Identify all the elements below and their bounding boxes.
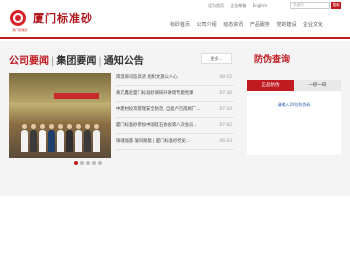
nav-item-products[interactable]: 产品服务 [250,22,270,28]
tab-separator: | [98,56,102,67]
photo-person [30,124,37,152]
search-button[interactable]: 搜索 [331,2,341,9]
anti-code-input[interactable]: 请输入20位防伪码 [247,102,341,108]
brand-name[interactable]: 厦门标准砂 [33,10,93,26]
more-button[interactable]: 更多... [201,53,232,64]
news-tabs: 公司要闻 | 集团要闻 | 通知公告 [9,52,144,67]
top-links: 设为首页 企业邮箱 English [208,3,272,9]
carousel-dot[interactable] [98,161,102,165]
nav-item-about[interactable]: 公司介绍 [197,22,217,28]
news-date: 07-30 [219,91,233,96]
news-date: 07-02 [219,123,233,128]
photo-person [39,124,46,152]
list-item[interactable]: 厦门标准砂参加中国硅石协会第八次会员... 07-02 [116,118,234,134]
photo-person [57,124,64,152]
list-item[interactable]: 铸魂强基 凝风赋能 | 厦门标准砂党史... 06-23 [116,134,234,150]
news-date: 08-15 [219,75,233,80]
list-item[interactable]: 南温郎司监高浓 组织文旅公人心 08-15 [116,70,234,86]
company-email-link[interactable]: 企业邮箱 [230,3,246,8]
photo-person [75,124,82,152]
list-item[interactable]: 中建材投资管理安全防范, 自盈卢吉南顾厂... 07-10 [116,102,234,118]
news-title[interactable]: 铸魂强基 凝风赋能 | 厦门标准砂党史... [116,134,216,150]
tab-group-news[interactable]: 集团要闻 [56,52,96,67]
tab-notices[interactable]: 通知公告 [104,52,144,67]
carousel-dot[interactable] [74,161,78,165]
main-nav: 标砂首页 公司介绍 动态资讯 产品服务 党的建设 企业文化 [170,21,328,28]
news-title[interactable]: 黄元鑫赴厦门标准砂调研开讲理专题党课 [116,86,216,102]
news-date: 06-23 [219,139,233,144]
search-input[interactable]: 关键词 [290,2,330,9]
header-divider [0,37,350,39]
tab-company-news[interactable]: 公司要闻 [9,52,49,67]
logo-subtext: 厦门标准砂 [12,28,28,32]
photo-person [84,124,91,152]
tab-separator: | [51,56,55,67]
tab-genuine-check[interactable]: 正品防伪 [247,80,294,91]
carousel-dot[interactable] [86,161,90,165]
photo-person [21,124,28,152]
anti-counterfeit-title: 防伪查询 [254,55,291,65]
company-logo-icon[interactable] [10,10,26,26]
news-title[interactable]: 南温郎司监高浓 组织文旅公人心 [116,70,216,86]
nav-item-culture[interactable]: 企业文化 [303,22,323,28]
carousel-dot[interactable] [80,161,84,165]
news-carousel-image[interactable] [9,73,111,158]
photo-banner [54,93,99,99]
photo-person [48,124,55,152]
news-title[interactable]: 厦门标准砂参加中国硅石协会第八次会员... [116,118,216,134]
tab-one-sand-one-code[interactable]: 一砂一码 [294,80,341,91]
anti-counterfeit-box: 正品防伪 一砂一码 请输入20位防伪码 [247,80,341,155]
news-list: 南温郎司监高浓 组织文旅公人心 08-15 黄元鑫赴厦门标准砂调研开讲理专题党课… [116,70,234,150]
news-date: 07-10 [219,107,233,112]
nav-item-home[interactable]: 标砂首页 [170,22,190,28]
english-link[interactable]: English [253,3,267,8]
header: 厦门标准砂 厦门标准砂 设为首页 企业邮箱 English 关键词 搜索 标砂首… [0,0,350,34]
carousel-dot[interactable] [92,161,96,165]
set-homepage-link[interactable]: 设为首页 [208,3,224,8]
carousel-dots [74,150,104,169]
list-item[interactable]: 黄元鑫赴厦门标准砂调研开讲理专题党课 07-30 [116,86,234,102]
anti-counterfeit-tabs: 正品防伪 一砂一码 [247,80,341,91]
nav-item-party[interactable]: 党的建设 [276,22,296,28]
nav-item-news[interactable]: 动态资讯 [223,22,243,28]
news-title[interactable]: 中建材投资管理安全防范, 自盈卢吉南顾厂... [116,102,216,118]
photo-person [93,124,100,152]
photo-person [66,124,73,152]
